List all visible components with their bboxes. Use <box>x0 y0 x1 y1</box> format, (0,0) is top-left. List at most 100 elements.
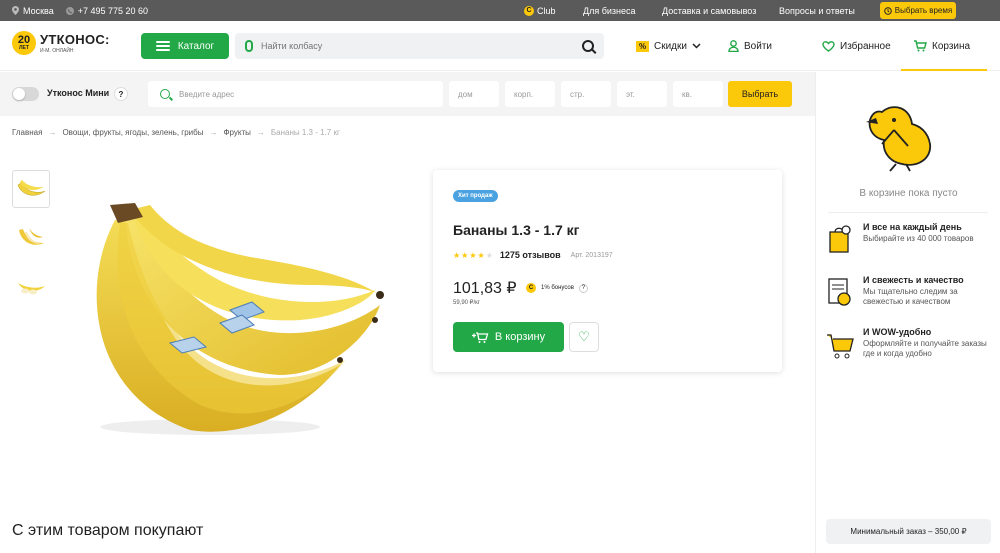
star-icon: ★ <box>469 250 478 260</box>
building-input[interactable]: корп. <box>505 81 555 107</box>
feature-everyday: И все на каждый день Выбирайте из 40 000… <box>826 222 996 256</box>
banana-slices-icon <box>18 283 45 295</box>
favorites-link[interactable]: Избранное <box>822 33 891 59</box>
cart-sidebar: В корзине пока пусто И все на каждый ден… <box>815 72 1000 553</box>
banana-bunch-image <box>96 203 384 435</box>
phone-icon <box>65 6 74 15</box>
phone-number: +7 495 775 20 60 <box>77 5 149 16</box>
apartment-input[interactable]: кв. <box>673 81 723 107</box>
star-icon: ★ <box>477 250 486 260</box>
duck-mascot-icon <box>866 106 931 172</box>
address-input[interactable]: Введите адрес <box>148 81 443 107</box>
delivery-link[interactable]: Доставка и самовывоз <box>662 6 756 16</box>
product-price: 101,83 ₽ <box>453 280 517 297</box>
bonus-help-icon[interactable]: ? <box>578 283 588 293</box>
microphone-icon[interactable] <box>245 40 253 52</box>
help-icon[interactable]: ? <box>114 87 128 101</box>
business-link[interactable]: Для бизнеса <box>583 6 636 16</box>
product-title: Бананы 1.3 - 1.7 кг <box>453 222 580 238</box>
feature-text: Мы тщательно следим за свежестью и качес… <box>863 287 958 306</box>
rating-stars[interactable]: ★★★★★ <box>453 251 494 260</box>
feature-text: Оформляйте и получайте заказы где и когд… <box>863 339 987 358</box>
sales-menu[interactable]: % Скидки <box>636 33 701 59</box>
feature-text: Выбирайте из 40 000 товаров <box>863 234 974 243</box>
heart-icon <box>822 40 835 52</box>
thumbnail-2[interactable] <box>12 219 50 257</box>
catalog-button[interactable]: Каталог <box>141 33 229 59</box>
feature-convenience: И WOW-удобно Оформляйте и получайте зака… <box>826 327 996 361</box>
catalog-label: Каталог <box>177 40 215 52</box>
club-link[interactable]: C Club <box>524 5 556 16</box>
thumbnail-1[interactable] <box>12 170 50 208</box>
breadcrumb-separator: → <box>209 128 218 137</box>
min-order-info: Минимальный заказ – 350,00 ₽ <box>826 519 991 544</box>
clock-icon <box>883 6 892 15</box>
breadcrumb-separator: → <box>256 128 265 137</box>
search-bar <box>235 33 604 59</box>
also-bought-heading: С этим товаром покупают <box>12 522 204 539</box>
club-label: Club <box>537 5 556 16</box>
product-rating: ★★★★★ 1275 отзывов Арт. 2013197 <box>453 250 613 260</box>
add-to-favorites-button[interactable]: ♡ <box>569 322 599 352</box>
header: 20 ЛЕТ УТКОНОС: И-М. ОНЛАЙН Каталог % Ск… <box>0 21 1000 71</box>
search-icon[interactable] <box>582 40 594 52</box>
quality-medal-icon <box>828 278 851 306</box>
chevron-down-icon <box>692 43 701 49</box>
search-input[interactable] <box>261 41 582 51</box>
house-input[interactable]: дом <box>449 81 499 107</box>
heart-icon: ♡ <box>578 329 590 344</box>
phone-link[interactable]: +7 495 775 20 60 <box>65 5 149 16</box>
breadcrumb-separator: → <box>48 128 57 137</box>
feature-title: И WOW-удобно <box>863 327 932 337</box>
mini-toggle[interactable] <box>12 87 39 101</box>
reviews-link[interactable]: 1275 отзывов <box>500 250 561 260</box>
sales-label: Скидки <box>654 40 687 52</box>
city-selector[interactable]: Москва <box>12 6 54 16</box>
faq-link[interactable]: Вопросы и ответы <box>779 6 855 16</box>
login-label: Войти <box>744 40 772 52</box>
club-icon: C <box>524 5 534 16</box>
choose-time-label: Выбрать время <box>894 6 953 15</box>
mini-label: Утконос Мини <box>47 88 110 98</box>
add-to-cart-button[interactable]: В корзину <box>453 322 564 352</box>
banana-thumbnail-icon <box>17 180 46 196</box>
structure-input[interactable]: стр. <box>561 81 611 107</box>
floor-input[interactable]: эт. <box>617 81 667 107</box>
logo-wordmark: УТКОНОС: И-М. ОНЛАЙН <box>40 32 110 54</box>
add-to-cart-label: В корзину <box>494 331 546 343</box>
menu-icon <box>155 41 170 51</box>
breadcrumb-fruits[interactable]: Фрукты <box>223 128 250 137</box>
product-image[interactable] <box>70 195 400 440</box>
cart-icon <box>914 40 927 52</box>
image-thumbnails <box>12 170 50 317</box>
bestseller-badge: Хит продаж <box>453 190 498 202</box>
choose-time-button[interactable]: Выбрать время <box>880 2 956 19</box>
login-link[interactable]: Войти <box>728 33 772 59</box>
thumbnail-3[interactable] <box>12 268 50 306</box>
bonus-label: 1% бонусов <box>541 285 574 291</box>
logo-name: УТКОНОС: <box>40 32 110 47</box>
choose-address-button[interactable]: Выбрать <box>728 81 792 107</box>
location-pin-icon <box>12 6 19 15</box>
user-icon <box>728 40 739 52</box>
favorites-label: Избранное <box>840 40 891 52</box>
banana-peeled-icon <box>19 228 44 245</box>
star-icon: ★ <box>485 250 494 260</box>
logo-subtitle: И-М. ОНЛАЙН <box>40 48 74 54</box>
breadcrumb-category[interactable]: Овощи, фрукты, ягоды, зелень, грибы <box>62 128 203 137</box>
address-placeholder: Введите адрес <box>179 89 235 99</box>
feature-title: И все на каждый день <box>863 222 962 232</box>
add-to-cart-icon <box>471 331 489 343</box>
cart-tab-indicator <box>901 69 987 71</box>
bonus-info: C 1% бонусов ? <box>526 283 588 293</box>
breadcrumb-home[interactable]: Главная <box>12 128 42 137</box>
feature-title: И свежесть и качество <box>863 275 964 285</box>
empty-cart-text: В корзине пока пусто <box>859 188 958 199</box>
shopping-cart-icon <box>827 334 854 359</box>
badge-sub: ЛЕТ <box>19 45 29 51</box>
cart-label: Корзина <box>932 40 971 52</box>
grocery-bag-icon <box>829 225 851 253</box>
unit-price: 59,90 ₽/кг <box>453 300 480 306</box>
logo[interactable]: 20 ЛЕТ УТКОНОС: И-М. ОНЛАЙН <box>12 31 110 55</box>
cart-link[interactable]: Корзина <box>913 33 970 59</box>
